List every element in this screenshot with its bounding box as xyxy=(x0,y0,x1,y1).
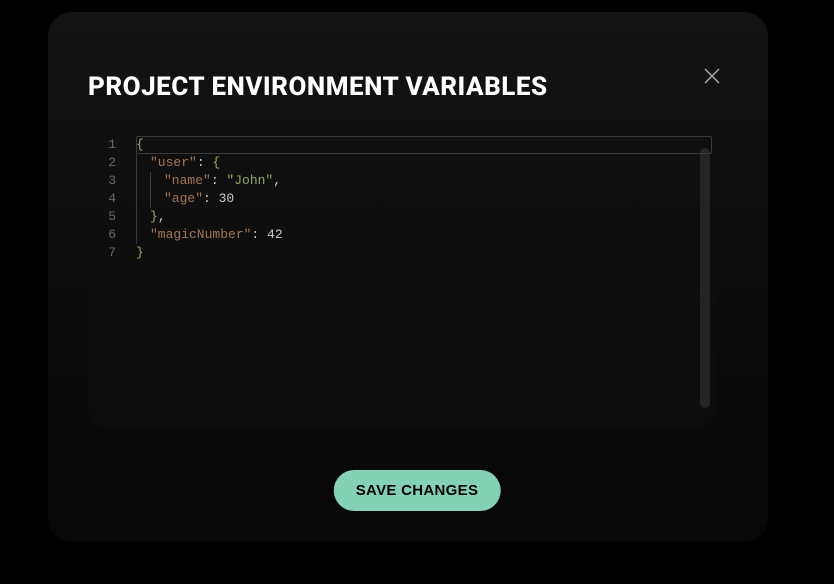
line-number: 5 xyxy=(88,208,136,226)
env-variables-modal: PROJECT ENVIRONMENT VARIABLES 1{2"user":… xyxy=(48,12,768,542)
code-line: 1{ xyxy=(88,136,716,154)
line-number: 3 xyxy=(88,172,136,190)
line-content: "age": 30 xyxy=(136,190,716,208)
close-icon xyxy=(703,67,721,85)
line-content: "magicNumber": 42 xyxy=(136,226,716,244)
line-number: 4 xyxy=(88,190,136,208)
line-content: }, xyxy=(136,208,716,226)
code-line: 7} xyxy=(88,244,716,262)
line-number: 1 xyxy=(88,136,136,154)
code-line: 5}, xyxy=(88,208,716,226)
modal-title: PROJECT ENVIRONMENT VARIABLES xyxy=(88,72,728,102)
code-line: 3"name": "John", xyxy=(88,172,716,190)
code-line: 6"magicNumber": 42 xyxy=(88,226,716,244)
scrollbar[interactable] xyxy=(700,148,710,408)
line-number: 7 xyxy=(88,244,136,262)
save-changes-button[interactable]: SAVE CHANGES xyxy=(334,470,501,511)
line-content: "user": { xyxy=(136,154,716,172)
close-button[interactable] xyxy=(700,64,724,88)
line-content: } xyxy=(136,244,716,262)
line-number: 6 xyxy=(88,226,136,244)
line-content: "name": "John", xyxy=(136,172,716,190)
line-number: 2 xyxy=(88,154,136,172)
code-line: 2"user": { xyxy=(88,154,716,172)
code-editor[interactable]: 1{2"user": {3"name": "John",4"age": 305}… xyxy=(88,130,716,430)
line-content: { xyxy=(136,136,716,154)
code-line: 4"age": 30 xyxy=(88,190,716,208)
